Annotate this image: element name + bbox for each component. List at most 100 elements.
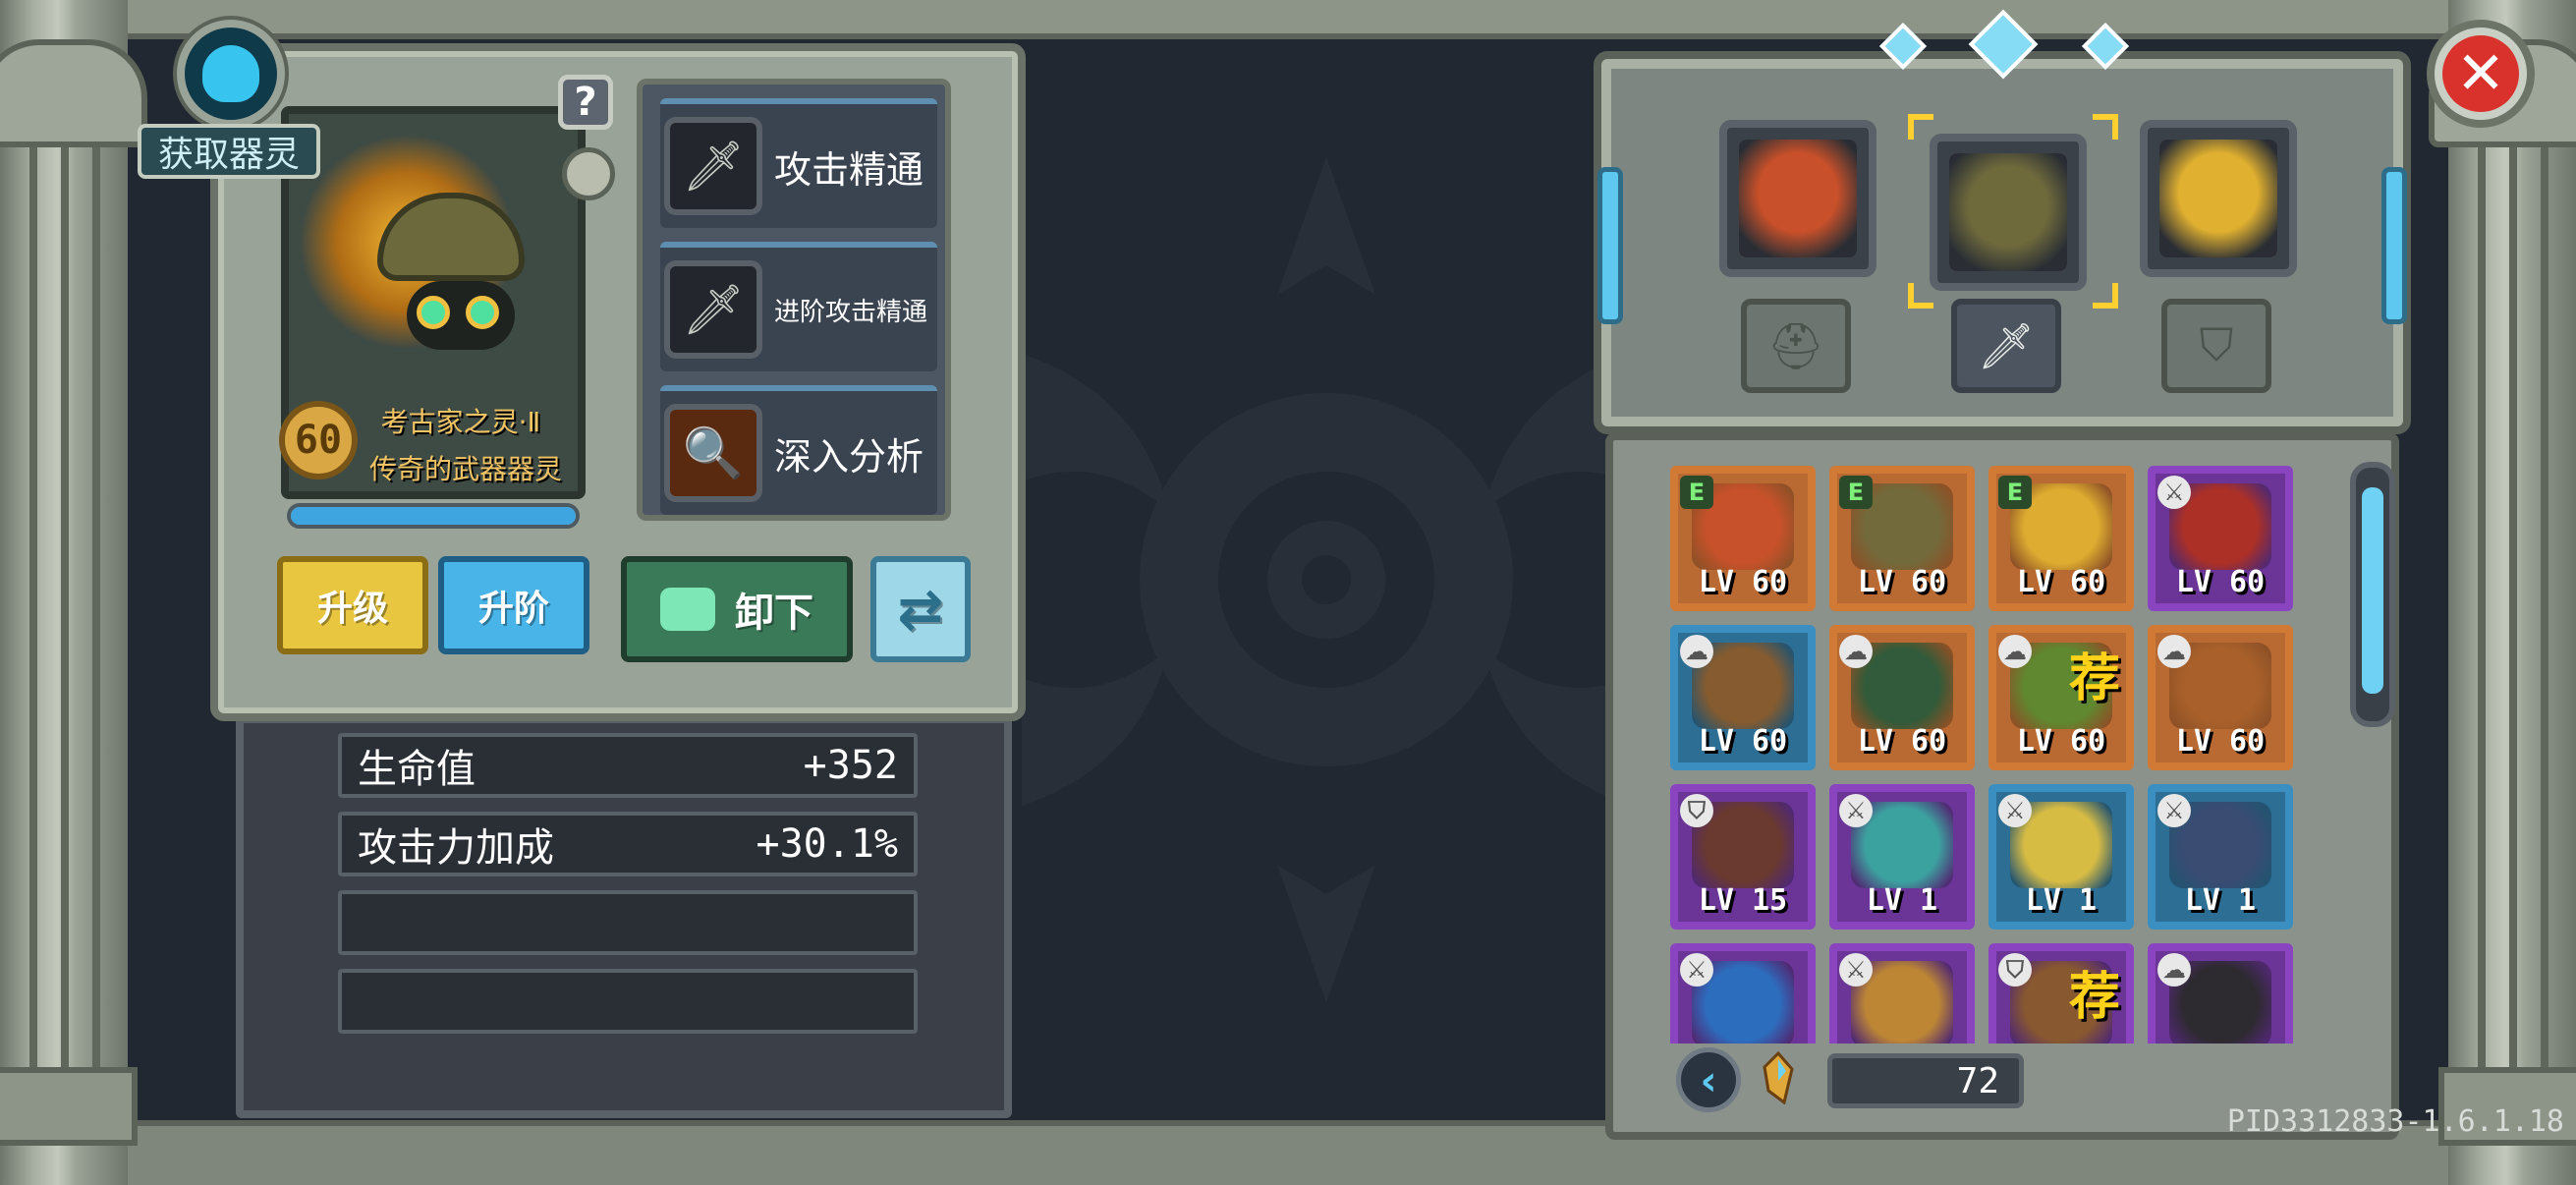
spirit-card[interactable]: ☁ LV 60: [2148, 625, 2293, 770]
selection-corner: [2093, 283, 2118, 309]
sword-icon: 🗡: [664, 260, 762, 359]
stat-label: 攻击力加成: [358, 825, 554, 871]
stat-value: +352: [803, 743, 898, 788]
stat-value: +30.1%: [756, 821, 899, 867]
spirit-card[interactable]: ⚔: [1829, 943, 1975, 1044]
scrollbar-thumb[interactable]: [2362, 487, 2383, 694]
spirit-card[interactable]: E LV 60: [1829, 466, 1975, 611]
close-button[interactable]: ✕: [2427, 20, 2535, 128]
shard-count: 72: [1827, 1053, 2024, 1108]
spirit-card[interactable]: ☁ 荐 LV 60: [1988, 625, 2134, 770]
recommend-badge: 荐: [2068, 649, 2120, 708]
skill-label: 深入分析: [774, 434, 924, 479]
helmet-tab[interactable]: ⛑: [1741, 299, 1851, 393]
type-tag: ⛉: [1680, 794, 1713, 827]
spirit-card[interactable]: ⚔: [1670, 943, 1816, 1044]
spirit-level: LV 1: [2025, 883, 2098, 918]
skill-label: 攻击精通: [774, 147, 924, 192]
spirit-card[interactable]: E LV 60: [1988, 466, 2134, 611]
equipped-slot-center[interactable]: [1930, 134, 2087, 291]
skill-attack-mastery[interactable]: 🗡 攻击精通: [660, 98, 937, 228]
type-tag: ☁: [2157, 635, 2191, 668]
side-light: [1597, 167, 1623, 324]
spirit-card[interactable]: ☁ LV 60: [1829, 625, 1975, 770]
stat-label: 生命值: [358, 747, 476, 792]
type-tag: ⚔: [1680, 953, 1713, 987]
shield-icon: ⛉: [2199, 318, 2234, 371]
stats-panel: 生命值 +352 攻击力加成 +30.1%: [236, 715, 1012, 1118]
fist-icon: [660, 588, 715, 631]
type-tag: ⛉: [1998, 953, 2032, 987]
type-tag: ⚔: [1839, 953, 1873, 987]
stat-row-empty: [338, 890, 918, 955]
equipped-tag: E: [1839, 476, 1873, 509]
spirit-level: LV 60: [1857, 565, 1947, 599]
spirit-level: LV 60: [2175, 565, 2266, 599]
spirit-card[interactable]: E LV 60: [1670, 466, 1816, 611]
spirit-exp-bar: [287, 503, 580, 529]
spirit-level: LV 15: [1698, 883, 1788, 918]
spirit-level: LV 60: [2016, 565, 2106, 599]
spirit-subtitle: 传奇的武器器灵: [368, 453, 562, 485]
spirit-card[interactable]: ⚔ LV 1: [2148, 784, 2293, 930]
type-tag: ⚔: [1839, 794, 1873, 827]
unload-button[interactable]: 卸下: [621, 556, 853, 662]
bolt-decoration: [562, 147, 615, 200]
spirit-card[interactable]: ☁ LV 60: [1670, 625, 1816, 770]
ascend-button[interactable]: 升阶: [438, 556, 589, 654]
skills-list: 🗡 攻击精通 🗡 进阶攻击精通 🔍 深入分析: [637, 79, 951, 521]
sword-icon: 🗡: [664, 117, 762, 215]
spirit-level: LV 60: [2175, 724, 2266, 759]
spirit-level: LV 60: [1698, 724, 1788, 759]
back-button[interactable]: ‹: [1676, 1047, 1741, 1112]
right-pillar: [2429, 0, 2576, 1185]
spirit-level: LV 60: [1857, 724, 1947, 759]
skill-deep-analysis[interactable]: 🔍 深入分析: [660, 385, 937, 515]
spirit-card[interactable]: ⚔ LV 60: [2148, 466, 2293, 611]
shard-icon: [1763, 1051, 1794, 1104]
get-spirit-icon[interactable]: [177, 20, 285, 128]
spirit-card[interactable]: ⛉ 荐: [1988, 943, 2134, 1044]
background-emblem: [1022, 157, 1631, 1002]
spirit-level-badge: 60: [279, 401, 358, 480]
selection-corner: [1908, 283, 1933, 309]
top-wall: [0, 0, 2576, 39]
equipped-slot-right[interactable]: [2140, 120, 2297, 277]
type-tag: ☁: [1680, 635, 1713, 668]
spirit-grid: E LV 60 E LV 60 E LV 60 ⚔ LV 60 ☁ LV 60 ☁ LV 60 ☁ 荐 LV…: [1670, 466, 2309, 1044]
spirit-level: LV 1: [1866, 883, 1938, 918]
stat-row-attack-bonus: 攻击力加成 +30.1%: [338, 812, 918, 876]
type-tag: ⚔: [2157, 476, 2191, 509]
swap-icon: ⇄: [897, 577, 944, 642]
spirit-card[interactable]: ⚔ LV 1: [1829, 784, 1975, 930]
shield-tab[interactable]: ⛉: [2161, 299, 2271, 393]
weapon-tab[interactable]: 🗡: [1951, 299, 2061, 393]
equipped-tag: E: [1680, 476, 1713, 509]
type-tag: ☁: [1839, 635, 1873, 668]
type-tag: ☁: [1998, 635, 2032, 668]
spirit-card[interactable]: ⚔ LV 1: [1988, 784, 2134, 930]
grid-scrollbar[interactable]: [2350, 462, 2395, 727]
helmet-icon: ⛑: [1766, 318, 1825, 372]
side-light: [2381, 167, 2407, 324]
stat-row-empty: [338, 969, 918, 1034]
upgrade-button[interactable]: 升级: [277, 556, 428, 654]
spirit-card[interactable]: ⛉ LV 15: [1670, 784, 1816, 930]
get-spirit-button[interactable]: 获取器灵: [138, 124, 320, 179]
type-tag: ⚔: [2157, 794, 2191, 827]
spirit-name: 考古家之灵·Ⅱ: [380, 406, 541, 438]
type-tag: ⚔: [1998, 794, 2032, 827]
spirit-exp-fill: [291, 507, 576, 525]
spirit-level: LV 1: [2184, 883, 2257, 918]
selection-corner: [1908, 114, 1933, 140]
help-button[interactable]: ?: [558, 75, 613, 130]
equipped-spirits-panel: ⛑ 🗡 ⛉: [1594, 9, 2411, 434]
spirit-level: LV 60: [1698, 565, 1788, 599]
stat-row-hp: 生命值 +352: [338, 733, 918, 798]
unload-label: 卸下: [735, 591, 813, 636]
spirit-card[interactable]: ☁: [2148, 943, 2293, 1044]
swap-button[interactable]: ⇄: [870, 556, 971, 662]
left-pillar: [0, 0, 147, 1185]
equipped-slot-left[interactable]: [1719, 120, 1876, 277]
skill-advanced-attack-mastery[interactable]: 🗡 进阶攻击精通: [660, 242, 937, 371]
